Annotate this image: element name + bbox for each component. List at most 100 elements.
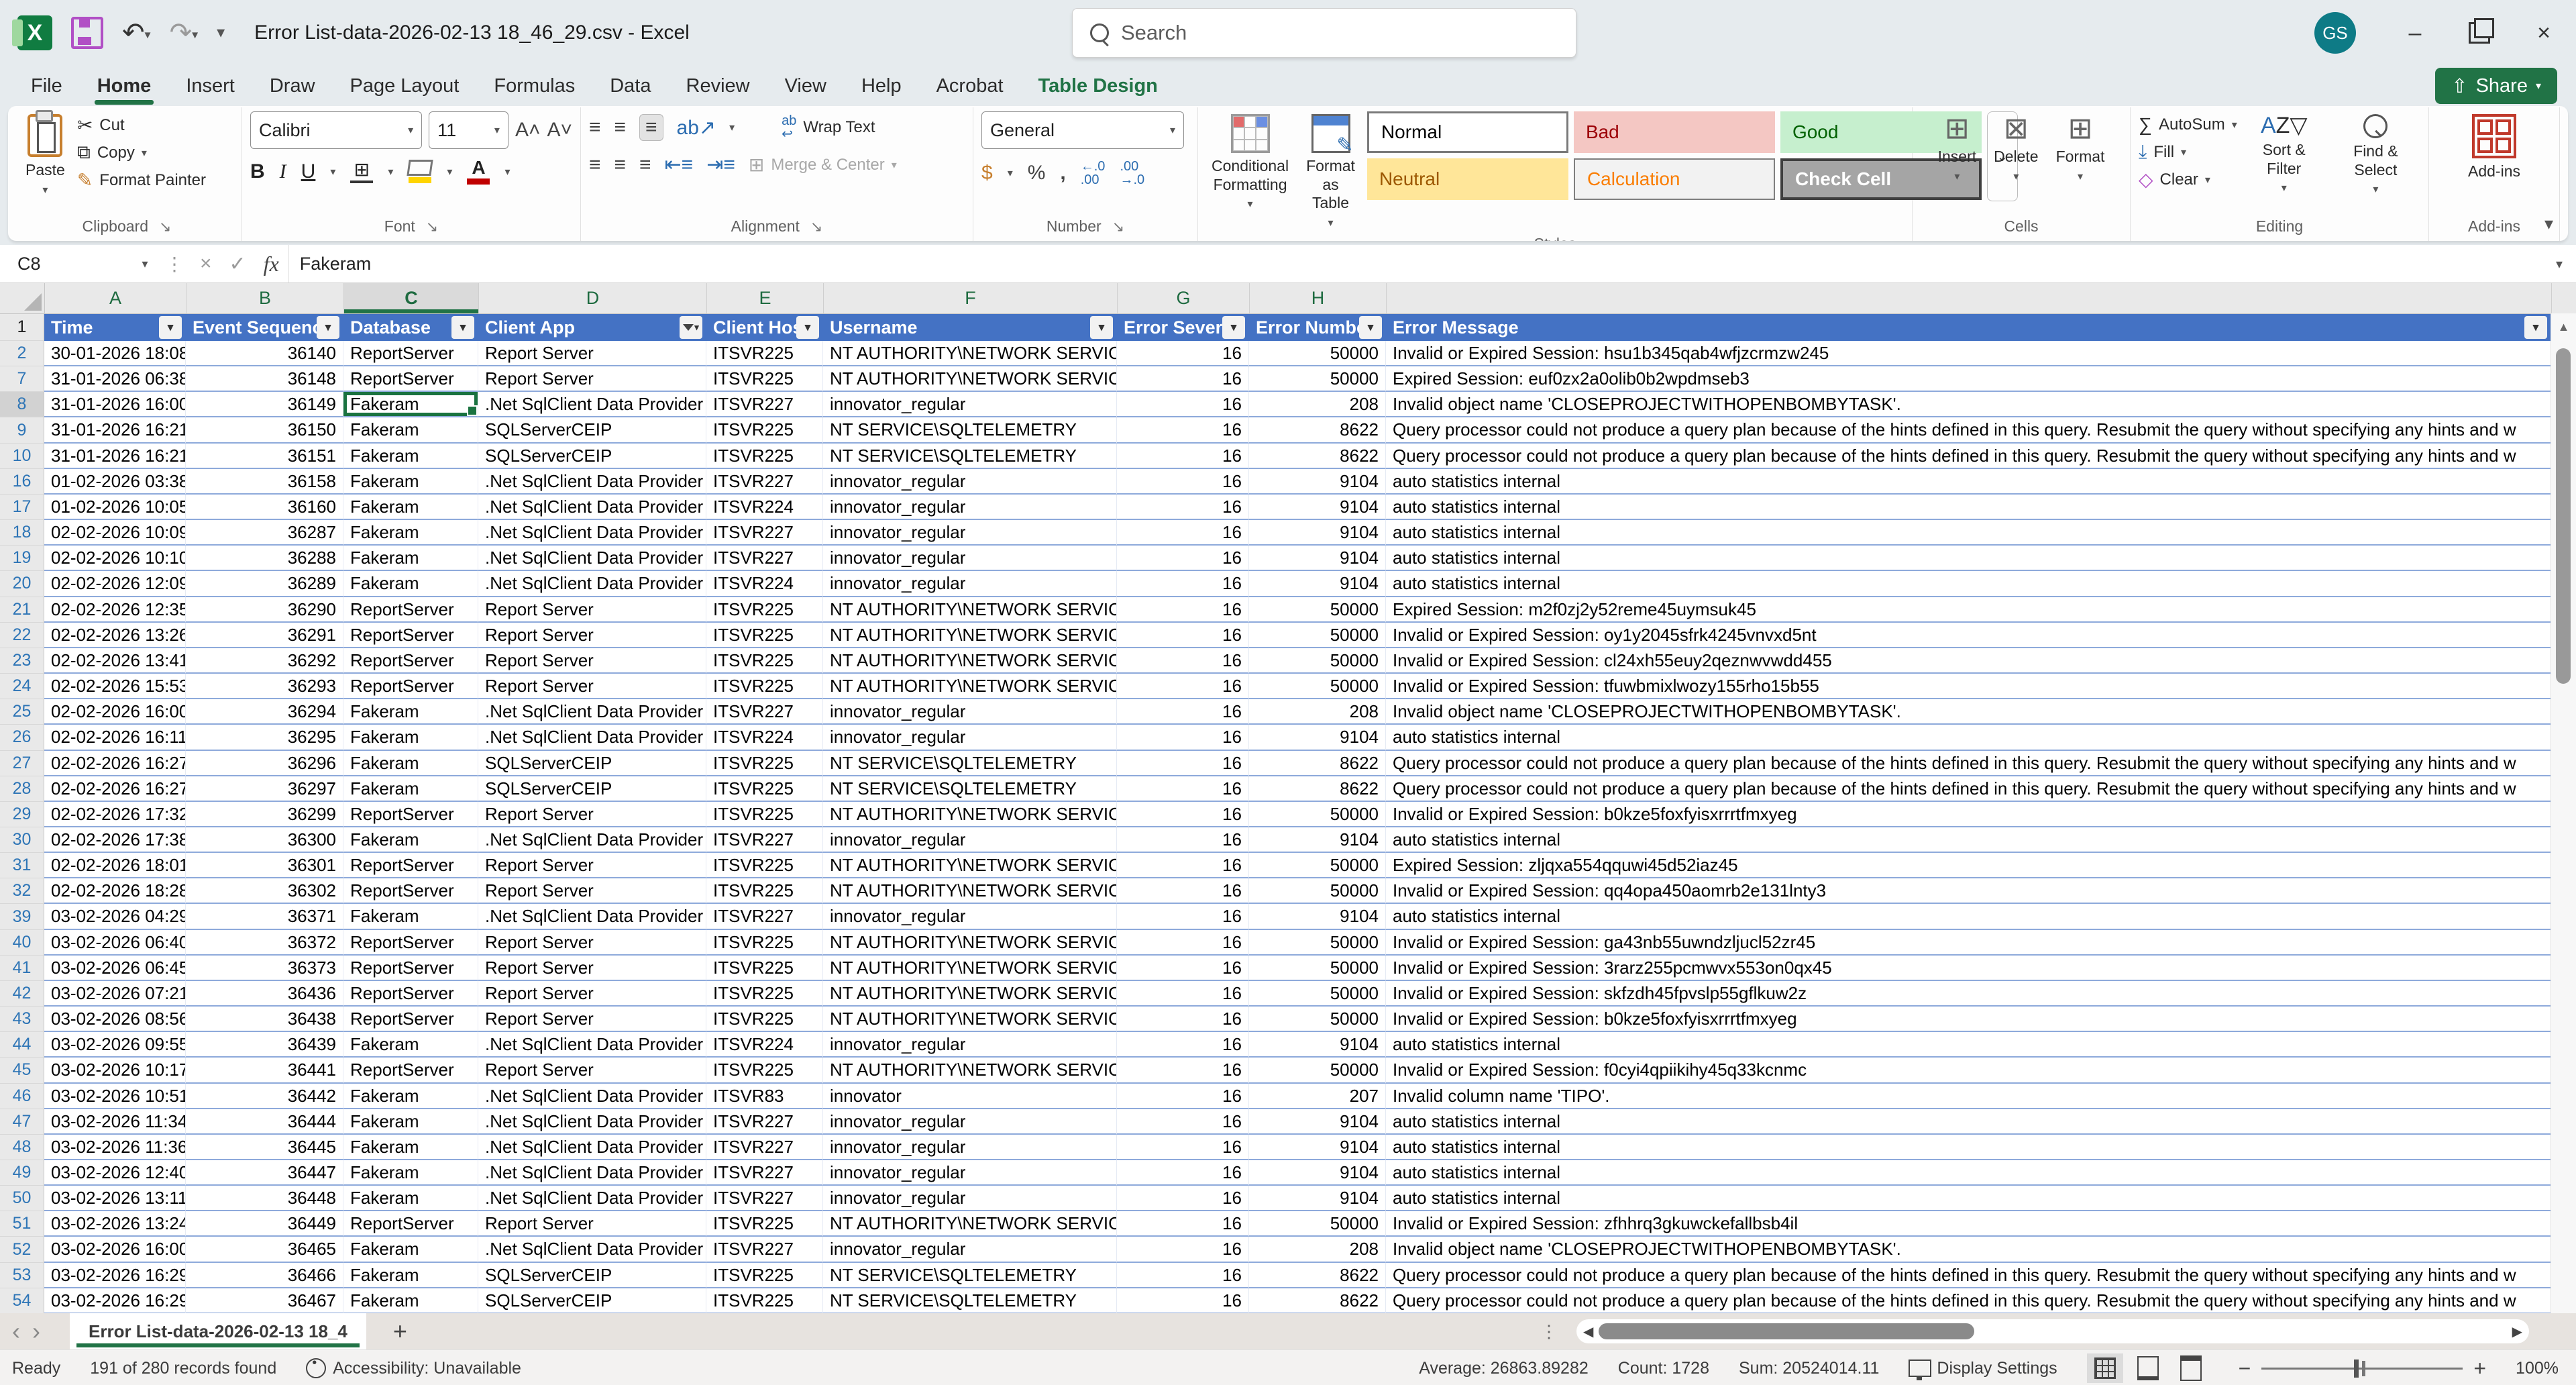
cell[interactable]: 16 [1117,444,1249,469]
cell[interactable]: 16 [1117,1263,1249,1288]
cell[interactable]: 50000 [1249,597,1386,623]
cell[interactable]: 36439 [186,1032,343,1058]
cell[interactable]: 03-02-2026 16:29 [44,1288,186,1314]
row-number[interactable]: 2 [0,341,44,366]
row-number[interactable]: 43 [0,1007,44,1032]
cell[interactable]: 36149 [186,392,343,417]
cell[interactable]: Fakeram [343,904,478,929]
cell[interactable]: NT SERVICE\SQLTELEMETRY [823,751,1117,776]
cell[interactable]: 36296 [186,751,343,776]
cell[interactable]: 9104 [1249,495,1386,520]
cell[interactable]: 02-02-2026 10:09 [44,520,186,546]
cell[interactable]: 03-02-2026 13:24 [44,1211,186,1237]
cell[interactable]: 36151 [186,444,343,469]
row-number[interactable]: 16 [0,469,44,495]
table-column-header[interactable]: Event Sequence▾ [186,314,343,341]
cell[interactable]: innovator_regular [823,392,1117,417]
cell[interactable]: 16 [1117,597,1249,623]
percent-style-button[interactable]: % [1028,162,1046,185]
cell[interactable]: NT AUTHORITY\NETWORK SERVICE [823,597,1117,623]
cell[interactable]: 36300 [186,827,343,853]
cell[interactable]: ReportServer [343,648,478,674]
cell[interactable]: 16 [1117,623,1249,648]
cell[interactable]: ITSVR225 [706,341,823,366]
copy-button[interactable]: ⧉Copy▾ [77,142,206,164]
cell[interactable]: .Net SqlClient Data Provider [478,1186,706,1211]
cell[interactable]: Fakeram [343,571,478,597]
add-sheet-button[interactable]: + [366,1317,434,1345]
cell[interactable]: 36292 [186,648,343,674]
cell[interactable]: ITSVR225 [706,648,823,674]
cell[interactable]: 36287 [186,520,343,546]
cell[interactable]: 9104 [1249,1135,1386,1160]
selected-cell[interactable]: Fakeram [343,392,478,417]
fill-button[interactable]: ⤓Fill▾ [2139,141,2237,163]
cell[interactable]: auto statistics internal [1386,1109,2551,1135]
row-number[interactable]: 39 [0,904,44,929]
cell[interactable]: .Net SqlClient Data Provider [478,1084,706,1109]
borders-button[interactable]: ⊞ [350,160,373,183]
cell[interactable]: 36140 [186,341,343,366]
row-number[interactable]: 27 [0,751,44,776]
zoom-level[interactable]: 100% [2516,1359,2559,1378]
cell[interactable]: Query processor could not produce a quer… [1386,776,2551,802]
font-color-button[interactable]: A [467,158,490,185]
tab-help[interactable]: Help [844,66,919,106]
merge-center-button[interactable]: ⊞Merge & Center▾ [749,154,897,176]
fill-color-button[interactable] [408,160,432,183]
cell[interactable]: ITSVR224 [706,495,823,520]
cell[interactable]: 36293 [186,674,343,699]
cell[interactable]: .Net SqlClient Data Provider [478,495,706,520]
cell[interactable]: ReportServer [343,802,478,827]
cell[interactable]: ITSVR227 [706,1135,823,1160]
cell[interactable]: 16 [1117,1237,1249,1262]
cell[interactable]: 16 [1117,1211,1249,1237]
cell[interactable]: auto statistics internal [1386,1135,2551,1160]
cell[interactable]: innovator_regular [823,1032,1117,1058]
cell[interactable]: ITSVR225 [706,1288,823,1314]
cell[interactable]: NT AUTHORITY\NETWORK SERVICE [823,981,1117,1007]
row-number[interactable]: 8 [0,392,44,417]
cell[interactable]: NT AUTHORITY\NETWORK SERVICE [823,930,1117,956]
cell[interactable]: auto statistics internal [1386,904,2551,929]
cell[interactable]: auto statistics internal [1386,469,2551,495]
cell[interactable]: ITSVR225 [706,776,823,802]
cell[interactable]: auto statistics internal [1386,571,2551,597]
cell[interactable]: 16 [1117,930,1249,956]
cell[interactable]: ITSVR225 [706,751,823,776]
filter-applied-icon[interactable]: ▾ [680,316,702,339]
cell[interactable]: 02-02-2026 15:53 [44,674,186,699]
cell[interactable]: Invalid or Expired Session: hsu1b345qab4… [1386,341,2551,366]
cell[interactable]: Invalid or Expired Session: zfhhrq3gkuwc… [1386,1211,2551,1237]
cell[interactable]: 16 [1117,1288,1249,1314]
cell[interactable]: ITSVR227 [706,827,823,853]
cell[interactable]: Invalid or Expired Session: skfzdh45fpvs… [1386,981,2551,1007]
cell[interactable]: ITSVR225 [706,853,823,878]
view-page-break-button[interactable] [2173,1353,2209,1383]
cell[interactable]: 50000 [1249,981,1386,1007]
decrease-indent-button[interactable]: ⇤≡ [665,153,694,176]
cell[interactable]: innovator_regular [823,546,1117,571]
cell[interactable]: Fakeram [343,1186,478,1211]
cell[interactable]: innovator_regular [823,1109,1117,1135]
column-header-E[interactable]: E [707,283,824,313]
cell[interactable]: NT AUTHORITY\NETWORK SERVICE [823,878,1117,904]
cell[interactable]: Report Server [478,802,706,827]
cell[interactable]: ITSVR225 [706,597,823,623]
cell[interactable]: 8622 [1249,1288,1386,1314]
cell[interactable]: 03-02-2026 12:40 [44,1160,186,1186]
row-number[interactable]: 42 [0,981,44,1007]
cell[interactable]: Query processor could not produce a quer… [1386,1288,2551,1314]
cell[interactable]: 9104 [1249,904,1386,929]
cell[interactable]: Invalid column name 'TIPO'. [1386,1084,2551,1109]
cell[interactable]: 50000 [1249,878,1386,904]
row-number[interactable]: 28 [0,776,44,802]
cell[interactable]: Invalid or Expired Session: b0kze5foxfyi… [1386,1007,2551,1032]
cell[interactable]: NT SERVICE\SQLTELEMETRY [823,417,1117,443]
cell[interactable]: ReportServer [343,674,478,699]
cell[interactable]: NT AUTHORITY\NETWORK SERVICE [823,366,1117,392]
close-button[interactable]: × [2512,0,2576,66]
row-number[interactable]: 7 [0,366,44,392]
cell[interactable]: 03-02-2026 04:29 [44,904,186,929]
name-box-chevron-icon[interactable]: ▾ [131,257,158,271]
